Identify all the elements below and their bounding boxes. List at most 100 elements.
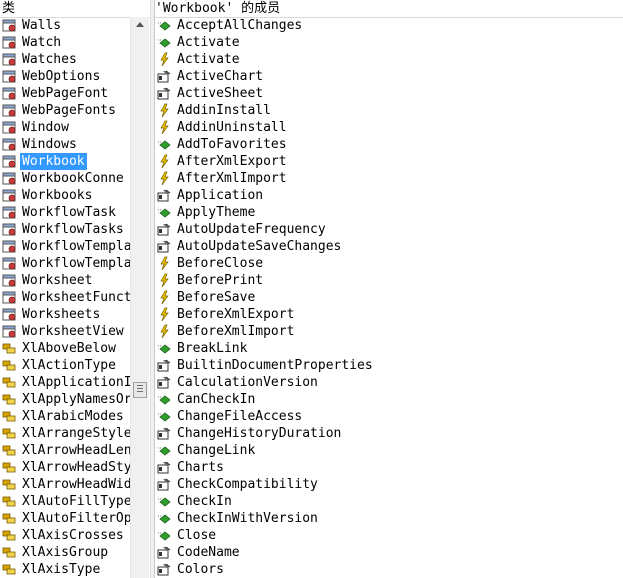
member-item-row[interactable]: ApplyTheme — [155, 204, 623, 221]
member-item-row[interactable]: CheckCompatibility — [155, 476, 623, 493]
member-item-row[interactable]: AddinUninstall — [155, 119, 623, 136]
property-icon — [157, 375, 172, 390]
class-item-row[interactable]: WorkflowTasks — [0, 221, 130, 238]
event-icon — [157, 171, 172, 186]
class-item-row[interactable]: Worksheets — [0, 306, 130, 323]
class-item-row[interactable]: WorksheetFunct — [0, 289, 130, 306]
member-item-row[interactable]: Charts — [155, 459, 623, 476]
class-item-row[interactable]: XlArabicModes — [0, 408, 130, 425]
class-item-label: WebPageFonts — [22, 103, 116, 118]
class-item-row[interactable]: XlArrowHeadLen — [0, 442, 130, 459]
member-item-row[interactable]: AddinInstall — [155, 102, 623, 119]
class-item-label: WebPageFont — [22, 86, 109, 101]
event-icon — [157, 103, 172, 118]
member-item-row[interactable]: Close — [155, 527, 623, 544]
class-item-row[interactable]: XlAboveBelow — [0, 340, 130, 357]
member-item-row[interactable]: Colors — [155, 561, 623, 578]
member-item-row[interactable]: Application — [155, 187, 623, 204]
class-icon — [2, 290, 17, 305]
class-item-row[interactable]: XlArrangeStyle — [0, 425, 130, 442]
class-item-row[interactable]: WebOptions — [0, 68, 130, 85]
property-icon — [157, 545, 172, 560]
class-item-row[interactable]: WorksheetView — [0, 323, 130, 340]
member-item-row[interactable]: AutoUpdateFrequency — [155, 221, 623, 238]
member-item-row[interactable]: AddToFavorites — [155, 136, 623, 153]
class-item-row[interactable]: XlAxisGroup — [0, 544, 130, 561]
method-icon — [157, 35, 172, 50]
member-item-row[interactable]: CodeName — [155, 544, 623, 561]
member-item-row[interactable]: AutoUpdateSaveChanges — [155, 238, 623, 255]
member-item-row[interactable]: BeforeXmlImport — [155, 323, 623, 340]
member-item-row[interactable]: CheckIn — [155, 493, 623, 510]
class-item-row[interactable]: WebPageFont — [0, 85, 130, 102]
class-item-row[interactable]: Workbooks — [0, 187, 130, 204]
class-item-row[interactable]: XlAutoFillType — [0, 493, 130, 510]
property-icon — [157, 69, 172, 84]
member-item-row[interactable]: BeforeSave — [155, 289, 623, 306]
member-item-row[interactable]: BuiltinDocumentProperties — [155, 357, 623, 374]
class-item-row[interactable]: Watches — [0, 51, 130, 68]
member-item-row[interactable]: AfterXmlExport — [155, 153, 623, 170]
class-item-row[interactable]: Window — [0, 119, 130, 136]
class-item-row[interactable]: XlAxisCrosses — [0, 527, 130, 544]
method-icon — [157, 528, 172, 543]
member-item-row[interactable]: CheckInWithVersion — [155, 510, 623, 527]
member-item-row[interactable]: CalculationVersion — [155, 374, 623, 391]
member-item-row[interactable]: AcceptAllChanges — [155, 17, 623, 34]
event-icon — [157, 307, 172, 322]
member-item-row[interactable]: Activate — [155, 34, 623, 51]
class-item-label: Watch — [22, 35, 62, 50]
enum-icon — [2, 562, 17, 577]
class-item-row[interactable]: Workbook — [0, 153, 130, 170]
class-item-row[interactable]: XlArrowHeadWid — [0, 476, 130, 493]
member-item-label: BuiltinDocumentProperties — [177, 358, 373, 373]
classes-scrollbar[interactable] — [130, 17, 149, 578]
member-item-label: CanCheckIn — [177, 392, 256, 407]
member-item-row[interactable]: BeforeClose — [155, 255, 623, 272]
class-item-row[interactable]: WorkflowTempla — [0, 238, 130, 255]
class-item-row[interactable]: Worksheet — [0, 272, 130, 289]
class-item-row[interactable]: XlApplicationI — [0, 374, 130, 391]
class-item-label: XlArabicModes — [22, 409, 124, 424]
member-item-row[interactable]: CanCheckIn — [155, 391, 623, 408]
class-item-row[interactable]: WorkflowTask — [0, 204, 130, 221]
event-icon — [157, 290, 172, 305]
event-icon — [157, 154, 172, 169]
members-list[interactable]: AcceptAllChanges Activate Activate ActiveCh… — [155, 17, 623, 578]
member-item-row[interactable]: BeforePrint — [155, 272, 623, 289]
class-item-label: XlAutoFillType — [22, 494, 130, 509]
member-item-label: AutoUpdateFrequency — [177, 222, 326, 237]
class-item-row[interactable]: XlAutoFilterOp — [0, 510, 130, 527]
member-item-label: AddinInstall — [177, 103, 271, 118]
class-icon — [2, 35, 17, 50]
class-item-row[interactable]: Watch — [0, 34, 130, 51]
property-icon — [157, 460, 172, 475]
class-item-row[interactable]: XlActionType — [0, 357, 130, 374]
member-item-row[interactable]: BreakLink — [155, 340, 623, 357]
member-item-row[interactable]: ChangeLink — [155, 442, 623, 459]
class-item-row[interactable]: XlAxisType — [0, 561, 130, 578]
class-item-row[interactable]: WorkbookConne — [0, 170, 130, 187]
method-icon — [157, 392, 172, 407]
class-item-row[interactable]: Walls — [0, 17, 130, 34]
class-item-row[interactable]: XlApplyNamesOr — [0, 391, 130, 408]
enum-icon — [2, 426, 17, 441]
scroll-thumb[interactable] — [133, 382, 147, 398]
class-item-label: XlActionType — [22, 358, 116, 373]
class-item-row[interactable]: WorkflowTempla — [0, 255, 130, 272]
class-icon — [2, 154, 17, 169]
member-item-row[interactable]: ActiveChart — [155, 68, 623, 85]
member-item-row[interactable]: Activate — [155, 51, 623, 68]
class-item-row[interactable]: Windows — [0, 136, 130, 153]
member-item-row[interactable]: ActiveSheet — [155, 85, 623, 102]
member-item-label: AfterXmlImport — [177, 171, 287, 186]
member-item-row[interactable]: AfterXmlImport — [155, 170, 623, 187]
member-item-row[interactable]: ChangeFileAccess — [155, 408, 623, 425]
scroll-up-arrow-icon[interactable] — [131, 17, 149, 34]
classes-list[interactable]: Walls Watch Watches WebOptions WebPageFont We… — [0, 17, 130, 578]
class-item-row[interactable]: XlArrowHeadSty — [0, 459, 130, 476]
member-item-row[interactable]: BeforeXmlExport — [155, 306, 623, 323]
method-icon — [157, 205, 172, 220]
member-item-row[interactable]: ChangeHistoryDuration — [155, 425, 623, 442]
class-item-row[interactable]: WebPageFonts — [0, 102, 130, 119]
